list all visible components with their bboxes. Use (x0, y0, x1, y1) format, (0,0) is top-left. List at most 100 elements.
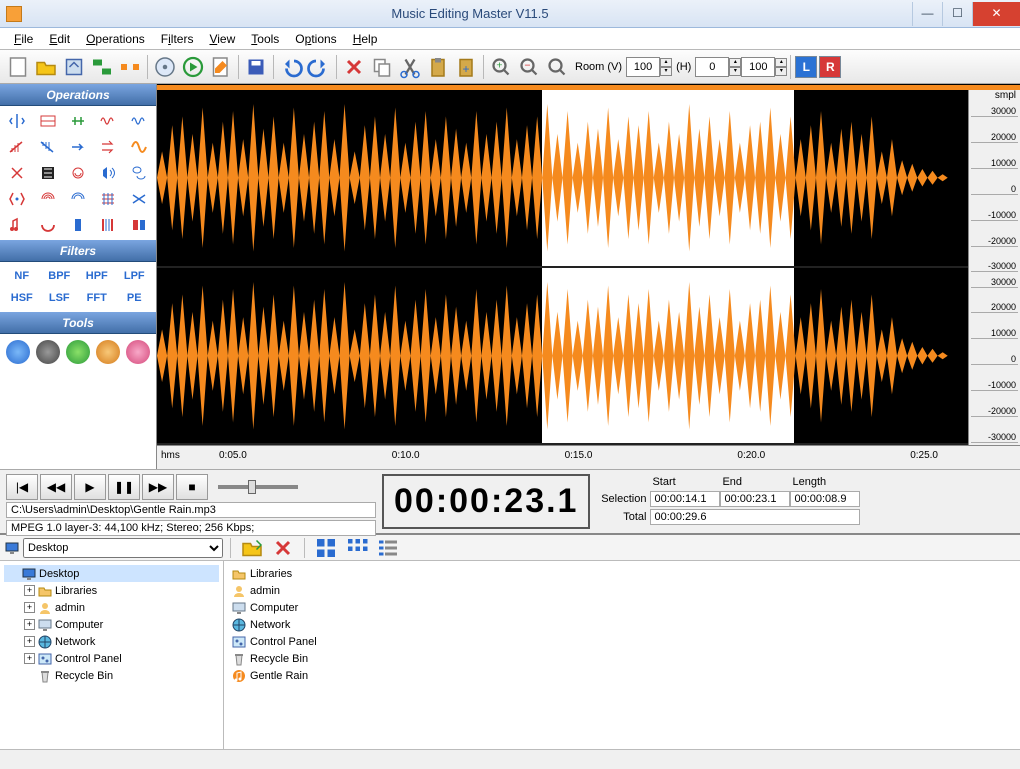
waveform-tracks[interactable] (157, 90, 968, 445)
tree-node[interactable]: +Libraries (4, 582, 219, 599)
stop-button[interactable]: ■ (176, 474, 208, 500)
menu-tools[interactable]: Tools (243, 30, 287, 48)
room-h-from-input[interactable] (695, 57, 729, 77)
op-btn-01[interactable] (4, 110, 30, 132)
menu-file[interactable]: File (6, 30, 41, 48)
browser-open-button[interactable] (239, 535, 265, 561)
zoom-in-button[interactable]: + (488, 54, 514, 80)
filter-hsf[interactable]: HSF (4, 288, 40, 308)
op-btn-24[interactable] (95, 214, 121, 236)
play-media-button[interactable] (180, 54, 206, 80)
location-dropdown[interactable]: Desktop (23, 538, 223, 558)
view-list-button[interactable] (375, 535, 401, 561)
op-btn-04[interactable] (95, 110, 121, 132)
tool-globe[interactable] (96, 340, 120, 364)
paste-button[interactable] (425, 54, 451, 80)
view-small-icons-button[interactable] (344, 535, 370, 561)
cd-button[interactable] (152, 54, 178, 80)
menu-help[interactable]: Help (345, 30, 386, 48)
zoom-out-button[interactable]: − (516, 54, 542, 80)
menu-filters[interactable]: Filters (153, 30, 202, 48)
op-btn-10[interactable] (126, 136, 152, 158)
tool-id[interactable] (66, 340, 90, 364)
filter-bpf[interactable]: BPF (42, 266, 78, 286)
pause-button[interactable]: ❚❚ (108, 474, 140, 500)
op-btn-11[interactable] (4, 162, 30, 184)
room-h-from-spinner[interactable]: ▴▾ (729, 58, 741, 76)
filter-fft[interactable]: FFT (79, 288, 115, 308)
fastfwd-button[interactable]: ▶▶ (142, 474, 174, 500)
op-btn-23[interactable] (65, 214, 91, 236)
tool-disc[interactable] (126, 340, 150, 364)
tool-video[interactable] (36, 340, 60, 364)
tree-node[interactable]: Desktop (4, 565, 219, 582)
filter-hpf[interactable]: HPF (79, 266, 115, 286)
insert-button[interactable] (117, 54, 143, 80)
list-item[interactable]: Recycle Bin (228, 650, 1016, 667)
menu-edit[interactable]: Edit (41, 30, 78, 48)
list-item[interactable]: Network (228, 616, 1016, 633)
save-button[interactable] (243, 54, 269, 80)
tree-node[interactable]: +Control Panel (4, 650, 219, 667)
room-h-to-spinner[interactable]: ▴▾ (775, 58, 787, 76)
room-h-to-input[interactable] (741, 57, 775, 77)
view-large-icons-button[interactable] (313, 535, 339, 561)
op-btn-15[interactable] (126, 162, 152, 184)
zoom-sel-button[interactable] (544, 54, 570, 80)
close-button[interactable]: ✕ (972, 2, 1020, 26)
minimize-button[interactable]: — (912, 2, 942, 26)
room-v-spinner[interactable]: ▴▾ (660, 58, 672, 76)
open-track-button[interactable] (61, 54, 87, 80)
channel-right-button[interactable]: R (819, 56, 841, 78)
sel-end[interactable]: 00:00:23.1 (720, 491, 790, 507)
cut-button[interactable] (397, 54, 423, 80)
tool-mic[interactable] (6, 340, 30, 364)
list-item[interactable]: Computer (228, 599, 1016, 616)
list-item[interactable]: Control Panel (228, 633, 1016, 650)
wave-track-left[interactable] (157, 90, 968, 268)
list-item[interactable]: admin (228, 582, 1016, 599)
paste-mix-button[interactable]: + (453, 54, 479, 80)
op-btn-07[interactable] (34, 136, 60, 158)
browser-delete-button[interactable] (270, 535, 296, 561)
play-button[interactable]: ▶ (74, 474, 106, 500)
op-btn-18[interactable] (65, 188, 91, 210)
op-btn-14[interactable] (95, 162, 121, 184)
wave-track-right[interactable] (157, 268, 968, 446)
volume-slider[interactable] (218, 485, 298, 489)
tree-node[interactable]: +Network (4, 633, 219, 650)
open-multi-button[interactable] (89, 54, 115, 80)
op-btn-16[interactable] (4, 188, 30, 210)
op-btn-17[interactable] (34, 188, 60, 210)
rewind-button[interactable]: ◀◀ (40, 474, 72, 500)
list-item[interactable]: Gentle Rain (228, 667, 1016, 684)
op-btn-19[interactable] (95, 188, 121, 210)
op-btn-22[interactable] (34, 214, 60, 236)
menu-view[interactable]: View (201, 30, 243, 48)
list-item[interactable]: Libraries (228, 565, 1016, 582)
op-btn-25[interactable] (126, 214, 152, 236)
filter-lsf[interactable]: LSF (42, 288, 78, 308)
maximize-button[interactable]: ☐ (942, 2, 972, 26)
undo-button[interactable] (278, 54, 304, 80)
filter-nf[interactable]: NF (4, 266, 40, 286)
goto-start-button[interactable]: |◀ (6, 474, 38, 500)
channel-left-button[interactable]: L (795, 56, 817, 78)
folder-tree[interactable]: Desktop+Libraries+admin+Computer+Network… (0, 561, 224, 749)
edit-button[interactable] (208, 54, 234, 80)
tree-node[interactable]: +admin (4, 599, 219, 616)
open-file-button[interactable] (33, 54, 59, 80)
sel-start[interactable]: 00:00:14.1 (650, 491, 720, 507)
time-ruler[interactable]: hms 0:05.00:10.00:15.00:20.00:25.0 (157, 445, 1020, 469)
op-btn-03[interactable] (65, 110, 91, 132)
tree-node[interactable]: +Computer (4, 616, 219, 633)
delete-button[interactable] (341, 54, 367, 80)
room-v-input[interactable] (626, 57, 660, 77)
op-btn-06[interactable] (4, 136, 30, 158)
new-file-button[interactable] (5, 54, 31, 80)
op-btn-09[interactable] (95, 136, 121, 158)
menu-operations[interactable]: Operations (78, 30, 153, 48)
op-btn-13[interactable] (65, 162, 91, 184)
tree-node[interactable]: Recycle Bin (4, 667, 219, 684)
op-btn-08[interactable] (65, 136, 91, 158)
